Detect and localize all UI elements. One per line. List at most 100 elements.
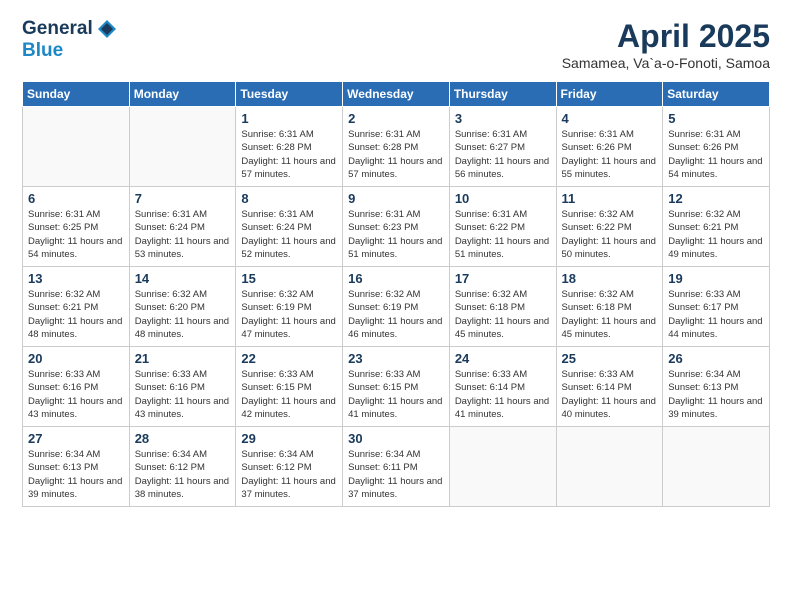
col-header-wednesday: Wednesday xyxy=(343,82,450,107)
cell-text: Sunrise: 6:31 AM xyxy=(348,128,444,141)
day-number: 17 xyxy=(455,271,551,286)
cell-text: Sunset: 6:23 PM xyxy=(348,221,444,234)
cell-text: Sunset: 6:18 PM xyxy=(562,301,658,314)
cell-text: Daylight: 11 hours and 52 minutes. xyxy=(241,235,337,262)
day-number: 19 xyxy=(668,271,764,286)
calendar-week-3: 13Sunrise: 6:32 AMSunset: 6:21 PMDayligh… xyxy=(23,267,770,347)
calendar-cell: 27Sunrise: 6:34 AMSunset: 6:13 PMDayligh… xyxy=(23,427,130,507)
day-number: 13 xyxy=(28,271,124,286)
cell-text: Daylight: 11 hours and 39 minutes. xyxy=(28,475,124,502)
day-number: 14 xyxy=(135,271,231,286)
cell-text: Sunrise: 6:33 AM xyxy=(348,368,444,381)
cell-text: Sunset: 6:19 PM xyxy=(241,301,337,314)
cell-text: Sunset: 6:16 PM xyxy=(135,381,231,394)
cell-text: Sunset: 6:24 PM xyxy=(241,221,337,234)
page: General Blue April 2025 Samamea, Va`a-o-… xyxy=(0,0,792,612)
cell-text: Sunrise: 6:32 AM xyxy=(135,288,231,301)
calendar-cell: 2Sunrise: 6:31 AMSunset: 6:28 PMDaylight… xyxy=(343,107,450,187)
cell-text: Sunset: 6:16 PM xyxy=(28,381,124,394)
cell-text: Sunset: 6:19 PM xyxy=(348,301,444,314)
calendar-cell: 25Sunrise: 6:33 AMSunset: 6:14 PMDayligh… xyxy=(556,347,663,427)
day-number: 22 xyxy=(241,351,337,366)
cell-text: Daylight: 11 hours and 42 minutes. xyxy=(241,395,337,422)
calendar-cell: 21 Sunrise: 6:33 AMSunset: 6:16 PMDayligh… xyxy=(129,347,236,427)
cell-text: Sunrise: 6:32 AM xyxy=(668,208,764,221)
cell-text: Sunrise: 6:32 AM xyxy=(562,208,658,221)
cell-text: Daylight: 11 hours and 57 minutes. xyxy=(348,155,444,182)
cell-text: Sunrise: 6:33 AM xyxy=(135,368,231,381)
calendar-cell: 23Sunrise: 6:33 AMSunset: 6:15 PMDayligh… xyxy=(343,347,450,427)
calendar-cell: 4Sunrise: 6:31 AMSunset: 6:26 PMDaylight… xyxy=(556,107,663,187)
cell-text: Sunrise: 6:34 AM xyxy=(241,448,337,461)
cell-text: Daylight: 11 hours and 48 minutes. xyxy=(28,315,124,342)
main-title: April 2025 xyxy=(562,18,770,55)
cell-text: Daylight: 11 hours and 51 minutes. xyxy=(348,235,444,262)
cell-text: Sunset: 6:26 PM xyxy=(562,141,658,154)
cell-text: Daylight: 11 hours and 37 minutes. xyxy=(348,475,444,502)
day-number: 21 xyxy=(135,351,231,366)
calendar-cell: 13Sunrise: 6:32 AMSunset: 6:21 PMDayligh… xyxy=(23,267,130,347)
calendar-cell xyxy=(129,107,236,187)
cell-text: Sunset: 6:14 PM xyxy=(562,381,658,394)
cell-text: Sunrise: 6:34 AM xyxy=(348,448,444,461)
cell-text: Sunset: 6:22 PM xyxy=(562,221,658,234)
cell-text: Sunrise: 6:34 AM xyxy=(135,448,231,461)
logo: General Blue xyxy=(22,18,118,62)
cell-text: Sunset: 6:15 PM xyxy=(241,381,337,394)
cell-text: Daylight: 11 hours and 57 minutes. xyxy=(241,155,337,182)
cell-text: Sunset: 6:22 PM xyxy=(455,221,551,234)
calendar-cell: 26Sunrise: 6:34 AMSunset: 6:13 PMDayligh… xyxy=(663,347,770,427)
header: General Blue April 2025 Samamea, Va`a-o-… xyxy=(22,18,770,71)
day-number: 9 xyxy=(348,191,444,206)
cell-text: Daylight: 11 hours and 46 minutes. xyxy=(348,315,444,342)
cell-text: Sunset: 6:15 PM xyxy=(348,381,444,394)
day-number: 6 xyxy=(28,191,124,206)
cell-text: Sunrise: 6:33 AM xyxy=(668,288,764,301)
cell-text: Sunset: 6:28 PM xyxy=(241,141,337,154)
logo-blue: Blue xyxy=(22,40,63,61)
calendar-cell: 7Sunrise: 6:31 AMSunset: 6:24 PMDaylight… xyxy=(129,187,236,267)
cell-text: Sunset: 6:13 PM xyxy=(668,381,764,394)
cell-text: Sunset: 6:26 PM xyxy=(668,141,764,154)
cell-text: Daylight: 11 hours and 48 minutes. xyxy=(135,315,231,342)
calendar-cell: 18Sunrise: 6:32 AMSunset: 6:18 PMDayligh… xyxy=(556,267,663,347)
col-header-tuesday: Tuesday xyxy=(236,82,343,107)
calendar-cell: 5Sunrise: 6:31 AMSunset: 6:26 PMDaylight… xyxy=(663,107,770,187)
cell-text: Sunrise: 6:32 AM xyxy=(241,288,337,301)
calendar-cell: 15Sunrise: 6:32 AMSunset: 6:19 PMDayligh… xyxy=(236,267,343,347)
cell-text: Daylight: 11 hours and 39 minutes. xyxy=(668,395,764,422)
calendar-cell: 11Sunrise: 6:32 AMSunset: 6:22 PMDayligh… xyxy=(556,187,663,267)
cell-text: Sunrise: 6:31 AM xyxy=(28,208,124,221)
cell-text: Sunset: 6:28 PM xyxy=(348,141,444,154)
cell-text: Daylight: 11 hours and 43 minutes. xyxy=(135,395,231,422)
calendar-cell xyxy=(663,427,770,507)
day-number: 10 xyxy=(455,191,551,206)
calendar-week-4: 20Sunrise: 6:33 AMSunset: 6:16 PMDayligh… xyxy=(23,347,770,427)
calendar-cell: 16Sunrise: 6:32 AMSunset: 6:19 PMDayligh… xyxy=(343,267,450,347)
title-block: April 2025 Samamea, Va`a-o-Fonoti, Samoa xyxy=(562,18,770,71)
day-number: 4 xyxy=(562,111,658,126)
cell-text: Daylight: 11 hours and 51 minutes. xyxy=(455,235,551,262)
calendar: SundayMondayTuesdayWednesdayThursdayFrid… xyxy=(22,81,770,507)
cell-text: Sunrise: 6:31 AM xyxy=(135,208,231,221)
calendar-cell: 28Sunrise: 6:34 AMSunset: 6:12 PMDayligh… xyxy=(129,427,236,507)
cell-text: Sunset: 6:12 PM xyxy=(241,461,337,474)
day-number: 24 xyxy=(455,351,551,366)
day-number: 29 xyxy=(241,431,337,446)
cell-text: Daylight: 11 hours and 41 minutes. xyxy=(348,395,444,422)
cell-text: Daylight: 11 hours and 55 minutes. xyxy=(562,155,658,182)
day-number: 27 xyxy=(28,431,124,446)
day-number: 8 xyxy=(241,191,337,206)
cell-text: Sunrise: 6:33 AM xyxy=(241,368,337,381)
calendar-cell: 30Sunrise: 6:34 AMSunset: 6:11 PMDayligh… xyxy=(343,427,450,507)
cell-text: Sunrise: 6:33 AM xyxy=(28,368,124,381)
cell-text: Sunrise: 6:31 AM xyxy=(348,208,444,221)
cell-text: Sunset: 6:18 PM xyxy=(455,301,551,314)
calendar-cell xyxy=(556,427,663,507)
calendar-cell: 14Sunrise: 6:32 AMSunset: 6:20 PMDayligh… xyxy=(129,267,236,347)
cell-text: Sunset: 6:25 PM xyxy=(28,221,124,234)
day-number: 15 xyxy=(241,271,337,286)
cell-text: Daylight: 11 hours and 44 minutes. xyxy=(668,315,764,342)
calendar-cell: 10Sunrise: 6:31 AMSunset: 6:22 PMDayligh… xyxy=(449,187,556,267)
cell-text: Daylight: 11 hours and 50 minutes. xyxy=(562,235,658,262)
